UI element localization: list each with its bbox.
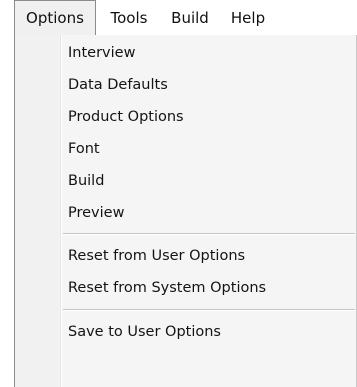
menu-item-data-defaults[interactable]: Data Defaults (61, 69, 357, 101)
menu-item-reset-from-user-options[interactable]: Reset from User Options (61, 240, 357, 272)
menu-separator (63, 233, 355, 235)
menu-separator (63, 309, 355, 311)
menu-options[interactable]: Options (14, 0, 96, 36)
menu-item-interview[interactable]: Interview (61, 37, 357, 69)
menu-build[interactable]: Build (161, 0, 219, 36)
menu-icon-gutter (15, 35, 59, 387)
menu-item-save-to-user-options[interactable]: Save to User Options (61, 316, 357, 348)
menu-item-font[interactable]: Font (61, 133, 357, 165)
menu-bar: Options Tools Build Help (14, 0, 357, 37)
menu-item-build[interactable]: Build (61, 165, 357, 197)
menu-tools[interactable]: Tools (100, 0, 158, 36)
screen: Options Tools Build Help Interview Data … (0, 0, 357, 387)
menu-item-product-options[interactable]: Product Options (61, 101, 357, 133)
options-dropdown-menu: Interview Data Defaults Product Options … (14, 35, 357, 387)
menu-item-preview[interactable]: Preview (61, 197, 357, 229)
menu-item-reset-from-system-options[interactable]: Reset from System Options (61, 272, 357, 304)
menu-help[interactable]: Help (222, 0, 274, 36)
